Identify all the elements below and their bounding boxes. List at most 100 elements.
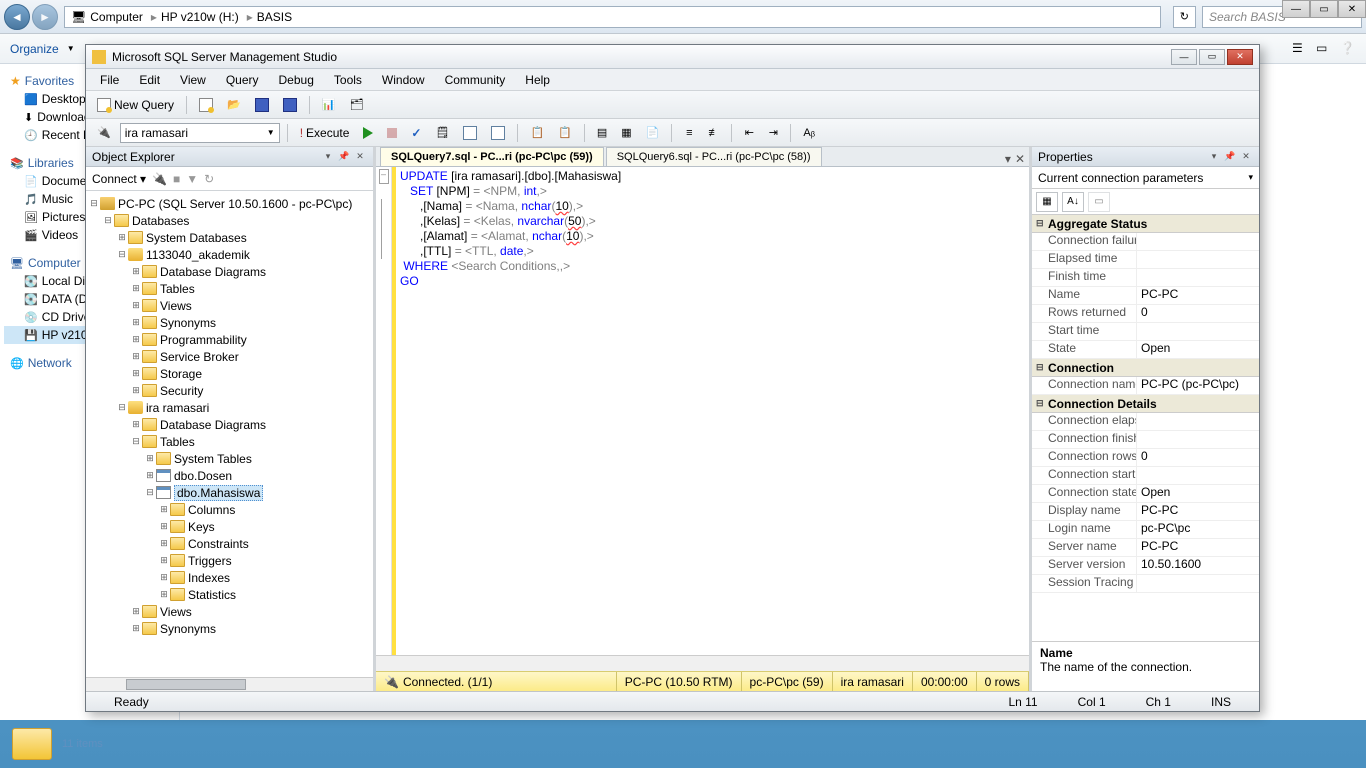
estimated-plan-button[interactable]: 🗒 xyxy=(430,123,454,143)
back-button[interactable]: ◄ xyxy=(4,4,30,30)
tab-close-icon[interactable]: ✕ xyxy=(1015,152,1025,166)
breadcrumb-seg[interactable]: HP v210w (H:) xyxy=(161,10,239,24)
property-row[interactable]: Connection namePC-PC (pc-PC\pc) xyxy=(1032,377,1259,395)
parse-button[interactable]: ✓ xyxy=(406,123,426,143)
menu-debug[interactable]: Debug xyxy=(271,71,322,89)
database-combo[interactable]: ira ramasari▼ xyxy=(120,123,280,143)
results-file-button[interactable]: 📄 xyxy=(641,123,665,143)
horizontal-scrollbar[interactable] xyxy=(86,677,373,691)
tree-table[interactable]: dbo.Mahasiswa xyxy=(174,485,263,501)
intellisense-button[interactable] xyxy=(486,123,510,143)
explorer-minimize-button[interactable]: — xyxy=(1282,0,1310,18)
breadcrumb-seg[interactable]: BASIS xyxy=(257,10,292,24)
tree-node[interactable]: Views xyxy=(160,605,192,619)
tree-node[interactable]: Columns xyxy=(188,503,235,517)
alphabetical-button[interactable]: A↓ xyxy=(1062,192,1084,212)
tree-databases[interactable]: Databases xyxy=(132,214,189,228)
tree-node[interactable]: Views xyxy=(160,299,192,313)
disconnect-icon[interactable]: 🔌 xyxy=(152,172,167,186)
organize-menu[interactable]: Organize xyxy=(10,42,59,56)
tree-node[interactable]: Tables xyxy=(160,282,195,296)
tree-node[interactable]: Indexes xyxy=(188,571,230,585)
change-connection-button[interactable]: 🔌 xyxy=(92,123,116,143)
menu-help[interactable]: Help xyxy=(517,71,558,89)
sql-editor[interactable]: – UPDATE [ira ramasari].[dbo].[Mahasiswa… xyxy=(376,167,1029,655)
dropdown-icon[interactable]: ▾ xyxy=(321,150,335,164)
tree-node[interactable]: Triggers xyxy=(188,554,232,568)
property-row[interactable]: Elapsed time xyxy=(1032,251,1259,269)
connect-button[interactable]: Connect ▾ xyxy=(92,172,146,186)
menu-tools[interactable]: Tools xyxy=(326,71,370,89)
explorer-maximize-button[interactable]: ▭ xyxy=(1310,0,1338,18)
category-header[interactable]: ⊟Aggregate Status xyxy=(1032,215,1259,233)
breadcrumb[interactable]: 🖥 Computer▸ HP v210w (H:)▸ BASIS xyxy=(64,6,1161,28)
tree-node[interactable]: Service Broker xyxy=(160,350,239,364)
tree-node[interactable]: Statistics xyxy=(188,588,236,602)
property-row[interactable]: Display namePC-PC xyxy=(1032,503,1259,521)
property-row[interactable]: Connection stateOpen xyxy=(1032,485,1259,503)
property-row[interactable]: Finish time xyxy=(1032,269,1259,287)
preview-icon[interactable]: ▭ xyxy=(1316,41,1332,57)
tree-node[interactable]: System Databases xyxy=(146,231,247,245)
property-row[interactable]: NamePC-PC xyxy=(1032,287,1259,305)
object-tree[interactable]: ⊟PC-PC (SQL Server 10.50.1600 - pc-PC\pc… xyxy=(86,191,373,677)
properties-subject[interactable]: Current connection parameters▾ xyxy=(1032,167,1259,189)
property-row[interactable]: Start time xyxy=(1032,323,1259,341)
save-all-button[interactable] xyxy=(278,95,302,115)
tree-table[interactable]: dbo.Dosen xyxy=(174,469,232,483)
activity-monitor-button[interactable]: 📊 xyxy=(317,95,341,115)
uncomment-button[interactable]: ≢ xyxy=(703,123,724,143)
property-row[interactable]: StateOpen xyxy=(1032,341,1259,359)
property-row[interactable]: Server version10.50.1600 xyxy=(1032,557,1259,575)
tree-node[interactable]: Keys xyxy=(188,520,215,534)
pin-icon[interactable]: 📌 xyxy=(337,150,351,164)
refresh-icon[interactable]: ↻ xyxy=(204,172,214,186)
tab-inactive[interactable]: SQLQuery6.sql - PC...ri (pc-PC\pc (58)) xyxy=(606,147,822,166)
new-file-button[interactable] xyxy=(194,95,218,115)
explorer-close-button[interactable]: ✕ xyxy=(1338,0,1366,18)
menu-file[interactable]: File xyxy=(92,71,127,89)
properties-grid[interactable]: ⊟Aggregate Status Connection failuresEla… xyxy=(1032,215,1259,641)
tree-node[interactable]: Constraints xyxy=(188,537,249,551)
stop-button[interactable] xyxy=(382,123,402,143)
dropdown-icon[interactable]: ▾ xyxy=(1207,150,1221,164)
menu-community[interactable]: Community xyxy=(437,71,514,89)
tree-server[interactable]: PC-PC (SQL Server 10.50.1600 - pc-PC\pc) xyxy=(118,197,352,211)
close-button[interactable]: ✕ xyxy=(1227,49,1253,65)
property-row[interactable]: Server namePC-PC xyxy=(1032,539,1259,557)
menu-query[interactable]: Query xyxy=(218,71,267,89)
property-row[interactable]: Connection failures xyxy=(1032,233,1259,251)
tab-overflow-icon[interactable]: ▾ xyxy=(1005,152,1011,166)
new-query-button[interactable]: New Query xyxy=(92,95,179,115)
categorized-button[interactable]: ▦ xyxy=(1036,192,1058,212)
tree-node[interactable]: System Tables xyxy=(174,452,252,466)
stop-icon[interactable]: ■ xyxy=(173,172,180,186)
minimize-button[interactable]: — xyxy=(1171,49,1197,65)
save-button[interactable] xyxy=(250,95,274,115)
category-header[interactable]: ⊟Connection Details xyxy=(1032,395,1259,413)
decrease-indent-button[interactable]: ⇤ xyxy=(739,123,759,143)
outline-gutter[interactable]: – xyxy=(376,167,392,655)
tree-node[interactable]: Tables xyxy=(160,435,195,449)
tree-node[interactable]: Programmability xyxy=(160,333,247,347)
property-row[interactable]: Session Tracing ID xyxy=(1032,575,1259,593)
property-row[interactable]: Login namepc-PC\pc xyxy=(1032,521,1259,539)
tab-active[interactable]: SQLQuery7.sql - PC...ri (pc-PC\pc (59)) xyxy=(380,147,604,166)
results-grid-button[interactable]: ▦ xyxy=(616,123,636,143)
menu-edit[interactable]: Edit xyxy=(131,71,168,89)
close-panel-icon[interactable]: ✕ xyxy=(1239,150,1253,164)
menu-window[interactable]: Window xyxy=(374,71,433,89)
editor-scrollbar[interactable] xyxy=(376,655,1029,671)
results-text-button[interactable]: ▤ xyxy=(592,123,612,143)
close-panel-icon[interactable]: ✕ xyxy=(353,150,367,164)
breadcrumb-seg[interactable]: Computer xyxy=(90,10,143,24)
help-icon[interactable]: ❔ xyxy=(1340,41,1356,57)
property-row[interactable]: Connection rows0 xyxy=(1032,449,1259,467)
comment-button[interactable]: ≡ xyxy=(679,123,699,143)
property-pages-button[interactable]: ▭ xyxy=(1088,192,1110,212)
property-row[interactable]: Connection start xyxy=(1032,467,1259,485)
property-row[interactable]: Connection elapsed xyxy=(1032,413,1259,431)
tree-node[interactable]: Storage xyxy=(160,367,202,381)
maximize-button[interactable]: ▭ xyxy=(1199,49,1225,65)
specify-values-button[interactable]: Aᵦ xyxy=(798,123,820,143)
